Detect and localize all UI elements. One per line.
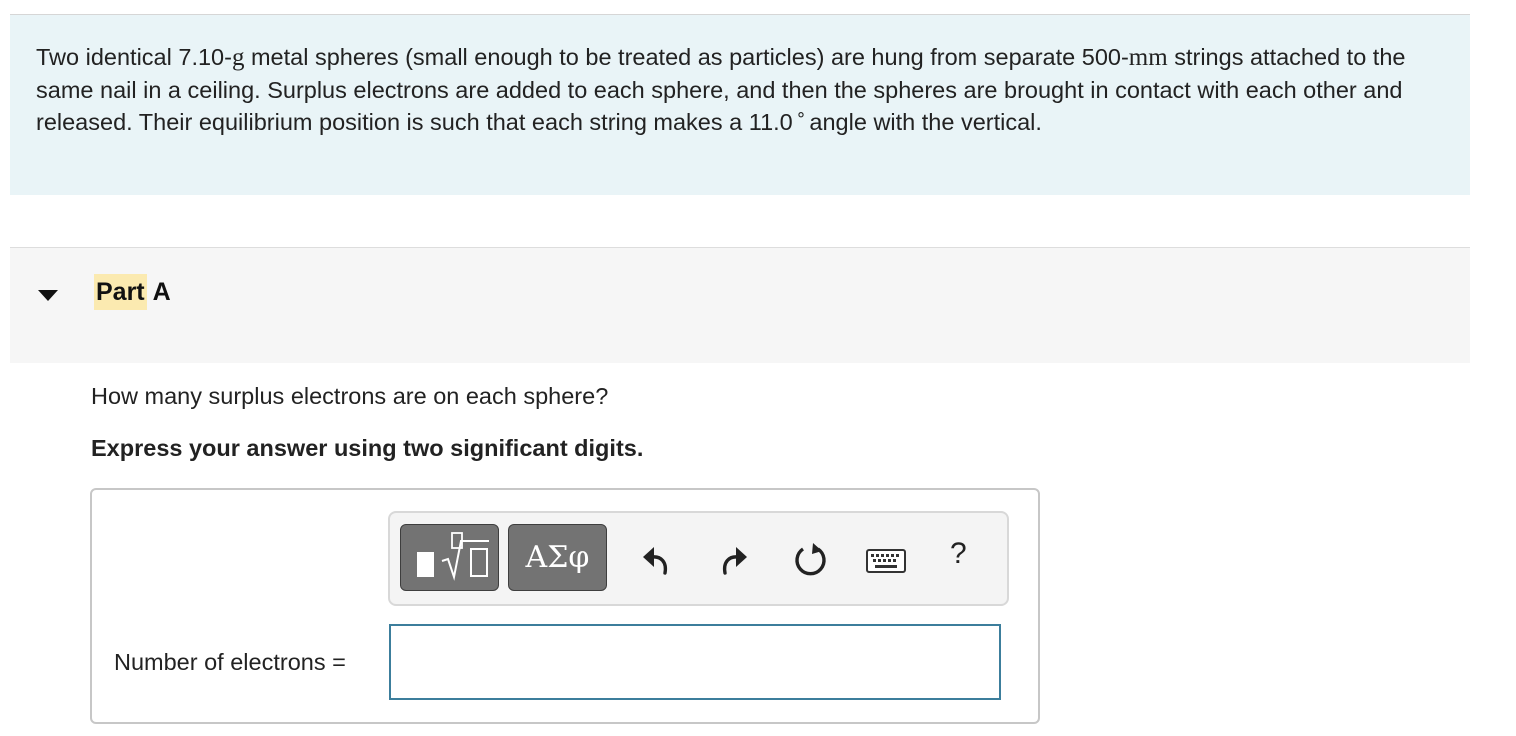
question-text: How many surplus electrons are on each s… (91, 383, 609, 409)
redo-icon[interactable] (717, 542, 753, 578)
greek-symbols-button[interactable]: ΑΣφ (508, 524, 607, 591)
problem-text-segment: Two identical 7.10- (36, 44, 232, 70)
instruction-text: Express your answer using two significan… (91, 435, 644, 461)
electron-count-input[interactable] (389, 624, 1001, 700)
problem-text-segment: angle with the vertical. (809, 109, 1042, 135)
answer-panel: ΑΣφ ? Number of electrons = (90, 488, 1040, 724)
help-button[interactable]: ? (950, 537, 967, 571)
length-unit: mm (1128, 44, 1168, 71)
degree-symbol: ∘ (795, 105, 807, 124)
templates-icon (417, 532, 489, 581)
keyboard-icon[interactable] (866, 549, 906, 573)
part-a-header[interactable]: Part A (10, 248, 1470, 363)
part-label-highlight: Part (94, 274, 147, 310)
reset-icon[interactable] (791, 540, 831, 580)
problem-statement: Two identical 7.10-g metal spheres (smal… (10, 15, 1470, 195)
mass-unit: g (231, 44, 245, 71)
answer-field-label: Number of electrons = (114, 649, 346, 675)
part-letter: A (146, 278, 171, 306)
problem-text-segment: metal spheres (small enough to be treate… (244, 44, 1129, 70)
greek-button-label: ΑΣφ (525, 540, 590, 575)
part-title: Part A (94, 274, 171, 310)
templates-button[interactable] (400, 524, 499, 591)
math-toolbar: ΑΣφ ? (388, 511, 1009, 606)
undo-icon[interactable] (637, 542, 673, 578)
collapse-arrow-icon[interactable] (38, 290, 58, 301)
problem-text: Two identical 7.10-g metal spheres (smal… (36, 41, 1444, 141)
